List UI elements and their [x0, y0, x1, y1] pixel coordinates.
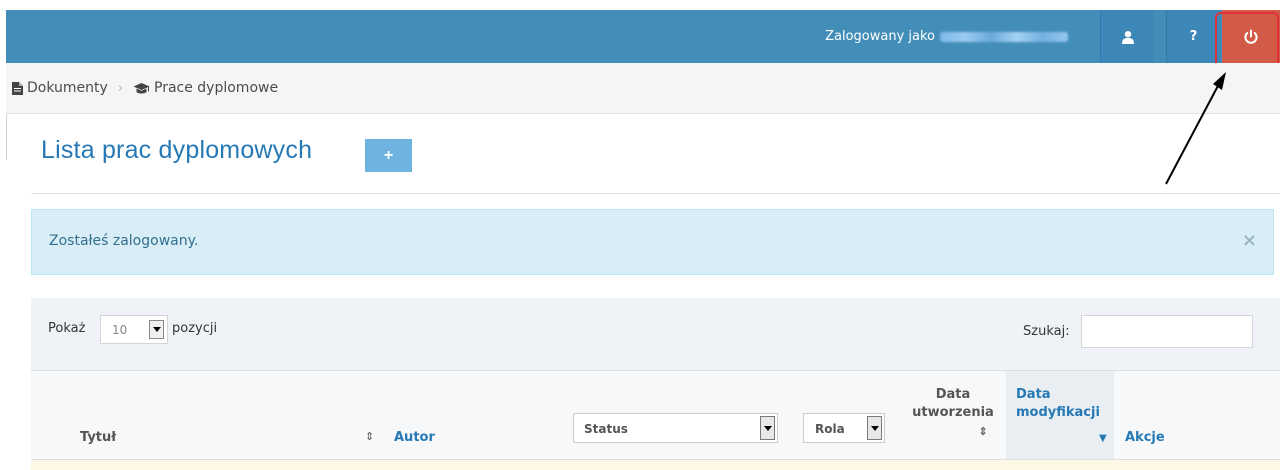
user-icon	[1121, 30, 1134, 44]
close-icon[interactable]: ×	[1242, 230, 1257, 251]
modified-line1: Data	[1016, 387, 1051, 402]
breadcrumb: Dokumenty › Prace dyplomowe	[6, 63, 1280, 114]
page-size-label: Pokaż	[48, 321, 86, 336]
column-modified-date[interactable]: Data modyfikacji	[1016, 386, 1116, 422]
created-line1: Data	[935, 387, 971, 402]
breadcrumb-separator: ›	[117, 80, 123, 96]
sort-desc-icon: ▼	[1099, 433, 1107, 444]
graduation-cap-icon	[133, 82, 150, 93]
annotation-arrow	[1165, 72, 1226, 185]
file-icon	[12, 81, 23, 95]
role-filter-value: Rola	[815, 422, 845, 436]
breadcrumb-label-documents: Dokumenty	[27, 80, 108, 96]
chevron-down-icon	[867, 416, 882, 440]
chevron-down-icon	[149, 320, 164, 339]
table-row[interactable]	[31, 460, 1280, 470]
breadcrumb-label-theses: Prace dyplomowe	[154, 80, 279, 96]
header-divider	[31, 193, 1280, 194]
page-size-value: 10	[112, 323, 128, 337]
user-profile-button[interactable]	[1100, 10, 1154, 63]
breadcrumb-item-theses: Prace dyplomowe	[133, 80, 278, 96]
modified-line2: modyfikacji	[1016, 405, 1100, 420]
top-navbar: Zalogowany jako ?	[6, 10, 1280, 63]
question-icon: ?	[1189, 29, 1198, 44]
chevron-down-icon	[760, 416, 775, 440]
created-line2: utworzenia	[912, 405, 994, 420]
column-author[interactable]: Autor	[394, 430, 435, 445]
breadcrumb-item-documents[interactable]: Dokumenty	[12, 80, 108, 96]
column-actions: Akcje	[1125, 430, 1165, 445]
sidebar-edge	[6, 114, 7, 160]
user-name-blurred	[940, 31, 1068, 42]
alert-message: Zostałeś zalogowany.	[49, 233, 199, 249]
search-input[interactable]	[1081, 315, 1253, 348]
help-button[interactable]: ?	[1166, 10, 1220, 63]
table-header: Tytuł ⇕ Autor Status Rola Data utworzeni…	[31, 370, 1280, 460]
table-controls: Pokaż 10 pozycji Szukaj:	[31, 298, 1280, 370]
status-filter-value: Status	[584, 422, 628, 436]
add-thesis-button[interactable]: +	[365, 139, 412, 172]
sort-icon[interactable]: ⇕	[365, 430, 374, 443]
column-created-date[interactable]: Data utworzenia ⇕	[903, 386, 1003, 441]
login-success-alert: Zostałeś zalogowany. ×	[31, 209, 1274, 275]
role-filter-select[interactable]: Rola	[803, 413, 885, 443]
column-title[interactable]: Tytuł	[80, 430, 116, 445]
search-label: Szukaj:	[1023, 324, 1070, 339]
status-filter-select[interactable]: Status	[573, 413, 778, 443]
sort-icon: ⇕	[978, 425, 988, 438]
page-size-select[interactable]: 10	[100, 315, 168, 344]
page-size-suffix: pozycji	[172, 321, 218, 336]
logged-in-label: Zalogowany jako	[825, 29, 935, 44]
page-title: Lista prac dyplomowych	[41, 136, 313, 164]
logged-in-info: Zalogowany jako	[825, 10, 1068, 63]
